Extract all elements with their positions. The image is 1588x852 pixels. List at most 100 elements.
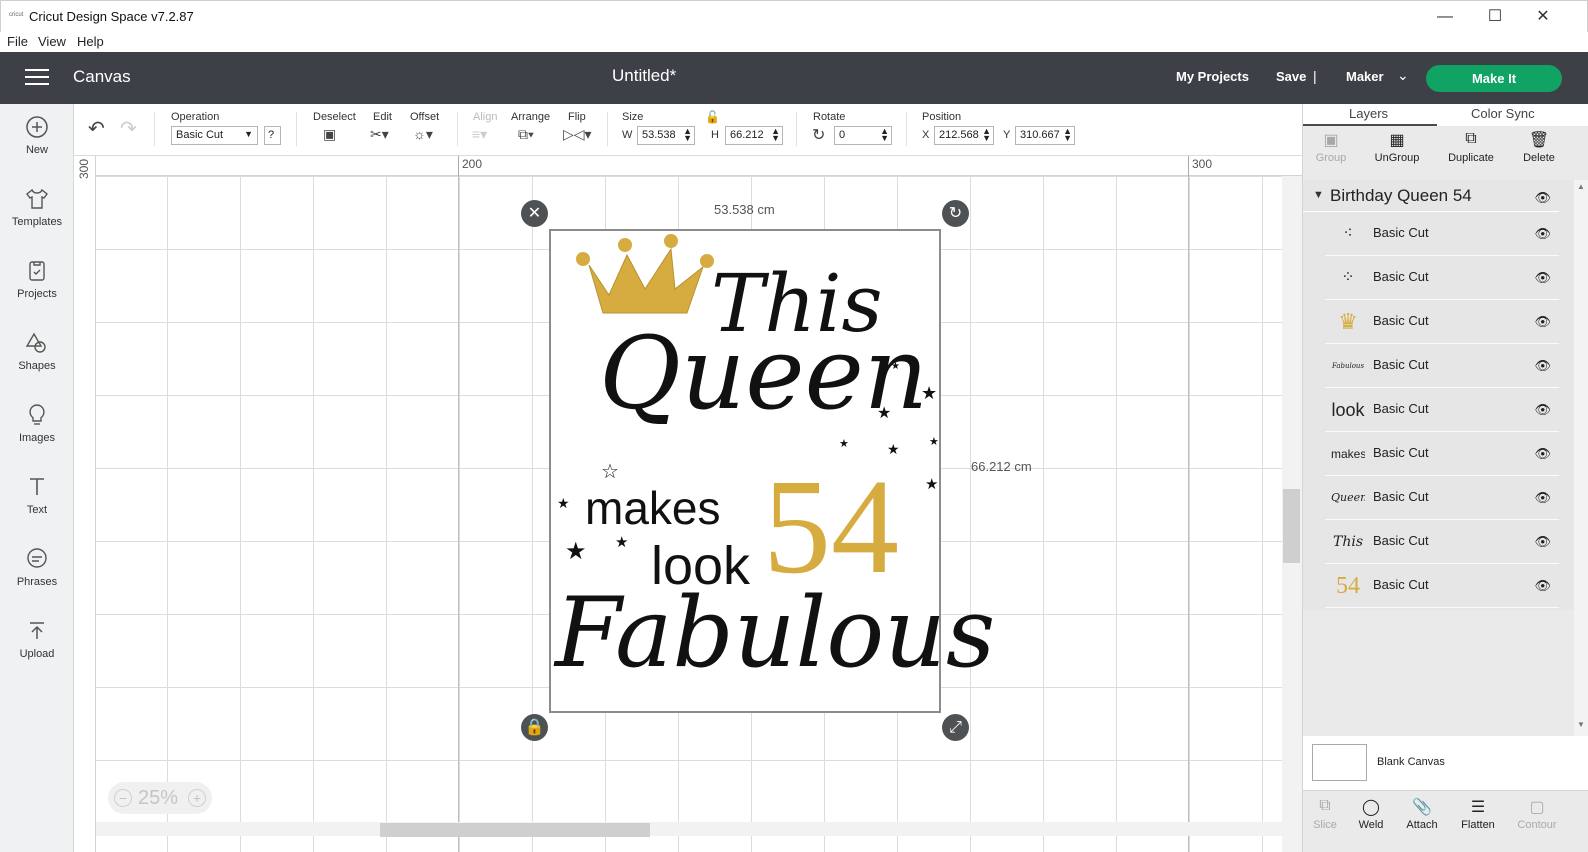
operation-help-button[interactable]: ?: [264, 126, 281, 145]
layer-thumbnail: ⁘: [1341, 269, 1355, 286]
arrange-label: Arrange: [511, 111, 551, 123]
active-tab-indicator: [1303, 124, 1437, 126]
stepper-icon[interactable]: ▲ ▼: [880, 127, 889, 143]
stepper-icon[interactable]: ▲ ▼: [982, 127, 991, 143]
duplicate-button[interactable]: ⧉ Duplicate: [1436, 130, 1506, 164]
eye-icon[interactable]: 👁: [1534, 446, 1551, 462]
sidebar-item-templates[interactable]: Templates: [0, 186, 74, 228]
sidebar-item-text[interactable]: Text: [0, 474, 74, 516]
sidebar-item-label: New: [25, 144, 48, 156]
stepper-icon[interactable]: ▲ ▼: [683, 127, 692, 143]
undo-icon[interactable]: ↶: [88, 116, 105, 141]
collapse-caret-icon[interactable]: ▼: [1313, 189, 1324, 201]
eye-icon[interactable]: 👁: [1534, 226, 1551, 242]
y-label: Y: [1003, 129, 1011, 141]
layer-row[interactable]: ⁖ Basic Cut 👁: [1325, 212, 1559, 256]
rotate-value: 0: [839, 129, 846, 141]
layer-row[interactable]: ♛ Basic Cut 👁: [1325, 300, 1559, 344]
delete-handle-icon[interactable]: ✕: [521, 200, 548, 227]
sidebar-item-new[interactable]: New: [0, 114, 74, 156]
design-canvas[interactable]: 300 200 300 53.538 cm 66.212 cm This Que…: [74, 156, 1302, 852]
layer-row[interactable]: 54 Basic Cut 👁: [1325, 564, 1559, 608]
align-icon[interactable]: ≡▾: [472, 126, 487, 143]
scroll-up-icon[interactable]: ▲: [1577, 182, 1585, 191]
stepper-icon[interactable]: ▲ ▼: [1063, 127, 1072, 143]
contour-button[interactable]: ▢ Contour: [1509, 797, 1565, 831]
eye-icon[interactable]: 👁: [1534, 314, 1551, 330]
eye-icon[interactable]: 👁: [1534, 534, 1551, 550]
group-name: Birthday Queen 54: [1330, 186, 1472, 205]
flip-icon[interactable]: ▷◁▾: [563, 126, 592, 143]
layer-name: Basic Cut: [1373, 445, 1429, 460]
redo-icon[interactable]: ↷: [120, 116, 137, 141]
eye-icon[interactable]: 👁: [1534, 358, 1551, 374]
operation-select[interactable]: Basic Cut ▼: [171, 126, 258, 145]
layer-row[interactable]: Queen Basic Cut 👁: [1325, 476, 1559, 520]
zoom-in-button[interactable]: +: [188, 789, 206, 807]
width-input[interactable]: 53.538 ▲ ▼: [637, 126, 695, 145]
scroll-down-icon[interactable]: ▼: [1577, 720, 1585, 729]
save-button[interactable]: Save: [1276, 69, 1306, 84]
resize-handle-icon[interactable]: ⤢: [942, 714, 969, 741]
layer-group-row[interactable]: ▼ Birthday Queen 54 👁: [1303, 182, 1559, 212]
menu-view[interactable]: View: [38, 34, 66, 49]
arrange-icon[interactable]: ⧉▾: [518, 126, 534, 143]
layer-row[interactable]: Fabulous Basic Cut 👁: [1325, 344, 1559, 388]
attach-button[interactable]: 📎 Attach: [1394, 797, 1450, 831]
tab-layers[interactable]: Layers: [1349, 106, 1388, 121]
eye-icon[interactable]: 👁: [1534, 490, 1551, 506]
lock-ratio-icon[interactable]: 🔓: [705, 110, 720, 124]
blank-canvas-row[interactable]: Blank Canvas: [1303, 736, 1588, 790]
selected-design[interactable]: This Queen makes look 54 Fabulous ★ ★ ★ …: [549, 229, 995, 713]
layers-scrollbar[interactable]: ▲ ▼: [1574, 180, 1588, 740]
make-it-button[interactable]: Make It: [1426, 65, 1562, 92]
weld-button[interactable]: ◯ Weld: [1343, 797, 1399, 831]
zoom-out-button[interactable]: −: [114, 789, 132, 807]
edit-tools-icon[interactable]: ✂▾: [370, 126, 389, 143]
sidebar-item-images[interactable]: Images: [0, 402, 74, 444]
lock-handle-icon[interactable]: 🔒: [521, 714, 548, 741]
stepper-icon[interactable]: ▲ ▼: [771, 127, 780, 143]
height-input[interactable]: 66.212 ▲ ▼: [725, 126, 783, 145]
vertical-scroll-thumb[interactable]: [1283, 489, 1300, 563]
tab-color-sync[interactable]: Color Sync: [1471, 106, 1535, 121]
x-position-input[interactable]: 212.568 ▲ ▼: [934, 126, 994, 145]
horizontal-scroll-thumb[interactable]: [380, 823, 650, 837]
menu-file[interactable]: File: [7, 34, 28, 49]
layer-row[interactable]: ⁘ Basic Cut 👁: [1325, 256, 1559, 300]
deselect-icon[interactable]: ▣: [323, 126, 336, 143]
sidebar-item-upload[interactable]: Upload: [0, 618, 74, 660]
horizontal-scrollbar[interactable]: [96, 822, 1282, 836]
layer-row[interactable]: makes Basic Cut 👁: [1325, 432, 1559, 476]
machine-selector[interactable]: Maker: [1346, 69, 1384, 84]
sidebar-item-projects[interactable]: Projects: [0, 258, 74, 300]
close-window-button[interactable]: ✕: [1523, 5, 1563, 29]
rotate-input[interactable]: 0 ▲ ▼: [834, 126, 892, 145]
maximize-button[interactable]: ☐: [1475, 5, 1515, 29]
eye-icon[interactable]: 👁: [1534, 190, 1551, 206]
canvas-color-swatch[interactable]: [1312, 744, 1367, 781]
rotate-label: Rotate: [813, 111, 846, 123]
minimize-button[interactable]: —: [1425, 5, 1465, 29]
delete-button[interactable]: 🗑 Delete: [1504, 130, 1574, 164]
rotate-handle-icon[interactable]: ↻: [942, 200, 969, 227]
hamburger-menu-icon[interactable]: [25, 69, 49, 87]
group-button[interactable]: ▣ Group: [1296, 130, 1366, 164]
my-projects-link[interactable]: My Projects: [1176, 69, 1249, 84]
layer-row[interactable]: look Basic Cut 👁: [1325, 388, 1559, 432]
eye-icon[interactable]: 👁: [1534, 270, 1551, 286]
offset-icon[interactable]: ☼▾: [413, 126, 433, 143]
eye-icon[interactable]: 👁: [1534, 578, 1551, 594]
layer-name: Basic Cut: [1373, 489, 1429, 504]
sidebar-item-phrases[interactable]: Phrases: [0, 546, 74, 588]
sidebar-item-shapes[interactable]: Shapes: [0, 330, 74, 372]
design-text-fabulous: Fabulous: [555, 577, 996, 689]
eye-icon[interactable]: 👁: [1534, 402, 1551, 418]
layer-name: Basic Cut: [1373, 225, 1429, 240]
layer-row[interactable]: This Basic Cut 👁: [1325, 520, 1559, 564]
y-position-input[interactable]: 310.667 ▲ ▼: [1015, 126, 1075, 145]
chevron-down-icon[interactable]: ⌄: [1397, 67, 1409, 84]
flatten-button[interactable]: ☰ Flatten: [1450, 797, 1506, 831]
menu-help[interactable]: Help: [77, 34, 104, 49]
ungroup-button[interactable]: ▦ UnGroup: [1362, 130, 1432, 164]
